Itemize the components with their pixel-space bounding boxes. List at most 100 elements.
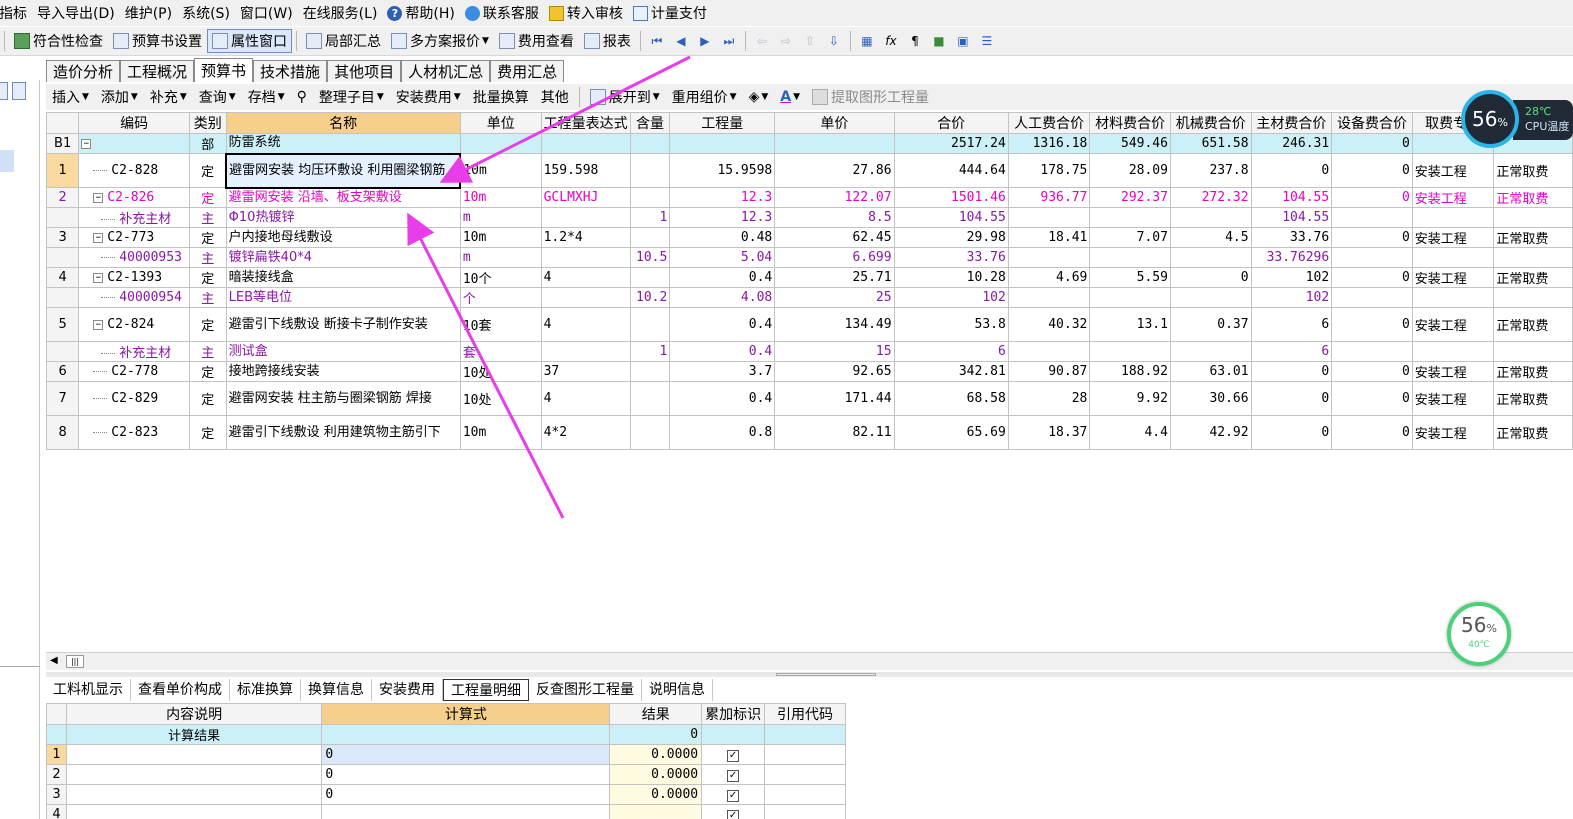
main-cell[interactable]: 0 <box>1250 361 1333 382</box>
result-cell[interactable]: 0.0000 <box>609 764 703 785</box>
machine-cell[interactable] <box>1169 207 1252 228</box>
tab-labor-material-display[interactable]: 工料机显示 <box>46 679 131 701</box>
row-number-cell[interactable]: 3 <box>46 784 67 805</box>
table-row[interactable]: 3 0 0.0000 ✓ <box>46 784 846 805</box>
tab-description-info[interactable]: 说明信息 <box>642 679 713 701</box>
machine-cell[interactable]: 272.32 <box>1169 187 1252 208</box>
name-cell[interactable]: Φ10热镀锌 <box>225 207 461 228</box>
unit-cell[interactable]: 10m <box>459 227 542 248</box>
column-header[interactable]: 含量 <box>629 112 671 134</box>
tree-collapse-icon[interactable]: − <box>93 192 104 203</box>
name-cell[interactable]: 避雷引下线敷设 利用建筑物主筋引下 <box>225 415 461 450</box>
equip-cell[interactable]: 0 <box>1331 361 1413 382</box>
fee-cell[interactable]: 正常取费 <box>1493 227 1573 248</box>
labor-cell[interactable]: 18.41 <box>1007 227 1091 248</box>
type-cell[interactable]: 定 <box>188 307 227 342</box>
checkbox-icon[interactable]: ✓ <box>727 790 740 802</box>
name-cell[interactable]: 测试盒 <box>225 341 461 362</box>
qty-cell[interactable]: 0.4 <box>669 267 776 288</box>
query-button[interactable]: 查询 ▼ <box>193 86 242 108</box>
type-cell[interactable]: 定 <box>188 227 227 248</box>
unit-cell[interactable]: m <box>459 207 542 228</box>
table-row[interactable]: 40000953 主镀锌扁铁40*4 m 10.5 5.04 6.699 33.76 33.7… <box>46 247 1573 268</box>
pro-cell[interactable]: 安装工程 <box>1411 307 1495 342</box>
equip-cell[interactable]: 0 <box>1331 153 1413 188</box>
row-number-cell[interactable]: 1 <box>46 153 80 188</box>
code-cell[interactable]: C2-828 <box>78 153 190 188</box>
main-cell[interactable]: 0 <box>1250 381 1333 416</box>
description-cell[interactable] <box>65 784 323 805</box>
material-cell[interactable]: 5.59 <box>1089 267 1171 288</box>
expr-cell[interactable]: 4*2 <box>540 415 631 450</box>
column-header[interactable]: 类别 <box>188 112 227 134</box>
equip-cell[interactable]: 0 <box>1331 187 1413 208</box>
price-cell[interactable]: 27.86 <box>774 153 895 188</box>
content-cell[interactable] <box>629 133 671 154</box>
qty-cell[interactable]: 5.04 <box>669 247 776 268</box>
type-cell[interactable]: 主 <box>188 287 227 308</box>
content-cell[interactable] <box>629 307 671 342</box>
menu-indicator[interactable]: 指标 <box>0 3 32 23</box>
expr-cell[interactable] <box>540 133 631 154</box>
labor-cell[interactable] <box>1007 207 1091 228</box>
expr-cell[interactable]: 4 <box>540 307 631 342</box>
material-cell[interactable] <box>1089 247 1171 268</box>
type-cell[interactable]: 定 <box>188 361 227 382</box>
labor-cell[interactable] <box>1007 247 1091 268</box>
name-cell[interactable]: 户内接地母线敷设 <box>225 227 461 248</box>
tree-collapse-icon[interactable]: − <box>93 232 104 243</box>
property-window-button[interactable]: 属性窗口 <box>207 29 292 53</box>
material-cell[interactable]: 28.09 <box>1089 153 1171 188</box>
code-cell[interactable]: C2-823 <box>78 415 190 450</box>
tab-budget-book[interactable]: 预算书 <box>194 58 254 82</box>
column-header[interactable]: 单位 <box>459 112 542 134</box>
cube-icon[interactable]: ■ <box>932 34 946 48</box>
accumulate-cell[interactable]: ✓ <box>701 744 766 765</box>
pro-cell[interactable]: 安装工程 <box>1411 361 1495 382</box>
main-cell[interactable]: 102 <box>1250 287 1333 308</box>
code-cell[interactable]: − C2-773 <box>78 227 190 248</box>
horizontal-scrollbar[interactable]: ◀ ||| <box>46 652 1573 670</box>
prev-record-icon[interactable]: ◀ <box>674 34 688 48</box>
pro-cell[interactable] <box>1411 287 1495 308</box>
machine-cell[interactable] <box>1169 287 1252 308</box>
content-cell[interactable]: 1 <box>629 341 671 362</box>
material-cell[interactable]: 9.92 <box>1089 381 1171 416</box>
price-cell[interactable]: 92.65 <box>774 361 895 382</box>
machine-cell[interactable]: 651.58 <box>1169 133 1252 154</box>
ref-code-cell[interactable] <box>764 764 846 785</box>
equip-cell[interactable] <box>1331 207 1413 228</box>
tree-collapse-icon[interactable]: − <box>81 138 92 149</box>
code-cell[interactable]: 40000954 <box>78 287 190 308</box>
fee-cell[interactable]: 正常取费 <box>1493 381 1573 416</box>
table-row[interactable]: 补充主材主 Φ10热镀锌 m 1 12.3 8.5 104.55 104.55 <box>46 207 1573 228</box>
main-cell[interactable]: 33.76 <box>1250 227 1333 248</box>
result-cell[interactable]: 0.0000 <box>609 784 703 805</box>
accumulate-cell[interactable]: ✓ <box>701 804 766 819</box>
menu-window[interactable]: 窗口(W) <box>235 3 298 23</box>
machine-cell[interactable]: 0.37 <box>1169 307 1252 342</box>
name-cell[interactable]: 防雷系统 <box>225 133 461 154</box>
labor-cell[interactable]: 1316.18 <box>1007 133 1091 154</box>
name-cell[interactable]: 避雷网安装 沿墙、板支架敷设 <box>225 187 461 208</box>
labor-cell[interactable]: 18.37 <box>1007 415 1091 450</box>
total-cell[interactable]: 2517.24 <box>893 133 1009 154</box>
unit-cell[interactable]: 10处 <box>459 361 542 382</box>
formula-cell[interactable] <box>321 804 611 819</box>
report-button[interactable]: 报表 <box>579 29 636 53</box>
formula-cell[interactable]: 0 <box>321 764 611 785</box>
content-cell[interactable] <box>629 361 671 382</box>
tab-cost-analysis[interactable]: 造价分析 <box>46 60 121 82</box>
material-cell[interactable]: 4.4 <box>1089 415 1171 450</box>
description-cell[interactable] <box>65 764 323 785</box>
expand-to-button[interactable]: 展开到 ▼ <box>584 86 666 108</box>
type-cell[interactable]: 定 <box>188 415 227 450</box>
type-cell[interactable]: 主 <box>188 207 227 228</box>
name-cell[interactable]: 镀锌扁铁40*4 <box>225 247 461 268</box>
price-cell[interactable]: 134.49 <box>774 307 895 342</box>
expr-cell[interactable]: 4 <box>540 381 631 416</box>
machine-cell[interactable]: 30.66 <box>1169 381 1252 416</box>
code-cell[interactable]: − C2-824 <box>78 307 190 342</box>
column-header[interactable]: 材料费合价 <box>1089 112 1171 134</box>
row-number-cell[interactable]: 6 <box>46 361 80 382</box>
